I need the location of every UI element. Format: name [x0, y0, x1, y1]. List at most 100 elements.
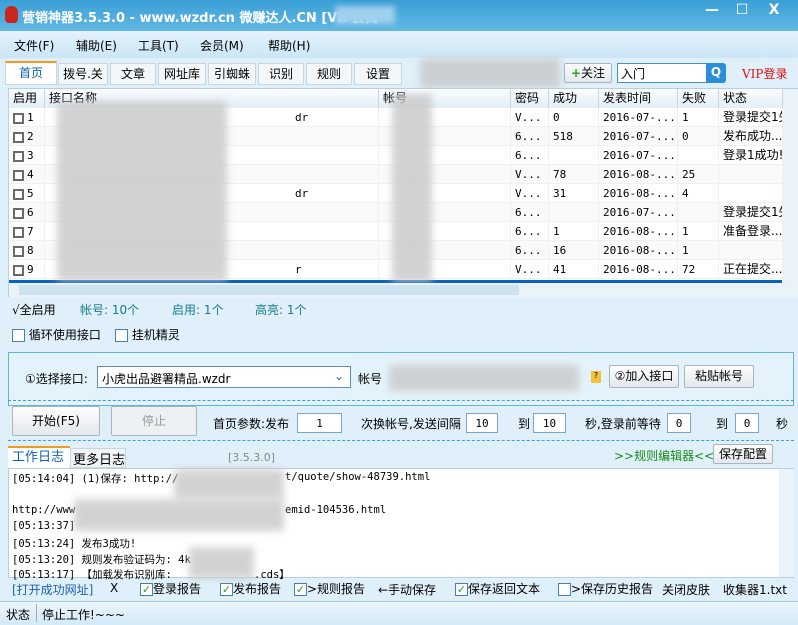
row-enable-checkbox[interactable]	[13, 226, 24, 238]
param-label-interval: 次换帐号,发送间隔	[361, 417, 461, 431]
cell-time: 2016-08-...	[599, 222, 678, 241]
row-enable-checkbox[interactable]	[13, 150, 24, 162]
tab-home[interactable]: 首页	[5, 61, 57, 85]
row-enable-checkbox[interactable]	[13, 112, 24, 124]
col-enable[interactable]: 启用	[9, 89, 45, 108]
login-report-checkbox[interactable]: ✓ 登录报告	[140, 580, 201, 597]
search-icon[interactable]: Q	[706, 63, 726, 83]
publish-report-checkbox[interactable]: ✓ 发布报告	[220, 580, 281, 597]
cell-pwd: V...	[511, 260, 549, 279]
cell-status: 正在提交...	[719, 260, 783, 279]
col-publish-time[interactable]: 发表时间	[599, 89, 678, 108]
enabled-count: 启用: 1个	[172, 303, 224, 317]
app-logo-icon	[5, 6, 18, 23]
cell-fail	[678, 203, 719, 222]
row-enable-checkbox[interactable]	[13, 207, 24, 219]
account-input[interactable]	[389, 365, 579, 391]
tab-article[interactable]: 文章	[110, 63, 156, 85]
vip-login-link[interactable]: VIP登录	[742, 65, 787, 82]
tab-dial[interactable]: 拨号.关	[58, 63, 108, 85]
rule-editor-link[interactable]: >>规则编辑器<<	[614, 447, 714, 464]
cell-status: 登录1成功!	[719, 146, 783, 165]
status-label: 状态	[6, 608, 31, 622]
col-status[interactable]: 状态	[719, 89, 783, 108]
row-enable-checkbox[interactable]	[13, 264, 24, 276]
collector-label[interactable]: 收集器1.txt	[723, 581, 787, 598]
clear-button[interactable]: X	[110, 581, 118, 595]
col-fail[interactable]: 失败	[678, 89, 719, 108]
menu-assist[interactable]: 辅助(E)	[76, 37, 117, 54]
param-label-publish: 首页参数:发布	[213, 417, 290, 431]
rule-report-checkbox[interactable]: ✓ >规则报告	[294, 580, 365, 597]
cell-pwd: V...	[511, 108, 549, 127]
menu-tools[interactable]: 工具(T)	[138, 37, 179, 54]
tab-more-log[interactable]: 更多日志	[70, 448, 126, 468]
search-input[interactable]	[617, 63, 707, 83]
interface-dropdown[interactable]: 小虎出品避署精品.wzdr ⌄	[97, 366, 351, 388]
horizontal-scrollbar[interactable]	[9, 283, 798, 297]
tab-rules[interactable]: 规则	[306, 63, 352, 85]
save-return-text-checkbox[interactable]: ✓ 保存返回文本	[455, 580, 540, 597]
log-area[interactable]: [05:14:04] (1)保存: http:// t/quote/show-4…	[8, 468, 794, 581]
cell-ok: 16	[549, 241, 599, 260]
version-label: [3.5.3.0]	[228, 451, 276, 464]
menu-member[interactable]: 会员(M)	[200, 37, 244, 54]
cell-time: 2016-07-...	[599, 146, 678, 165]
cell-fail: 1	[678, 222, 719, 241]
cell-fail: 1	[678, 241, 719, 260]
scroll-thumb[interactable]	[19, 285, 519, 295]
cell-pwd: 6...	[511, 222, 549, 241]
save-history-checkbox[interactable]: >保存历史报告	[558, 580, 653, 597]
log-toolbar: [打开成功网址] X ✓ 登录报告 ✓ 发布报告 ✓ >规则报告 ←手动保存 ✓ 保存返…	[8, 580, 798, 598]
cell-time: 2016-07-...	[599, 108, 678, 127]
tab-url-library[interactable]: 网址库	[158, 63, 206, 85]
cell-fail: 72	[678, 260, 719, 279]
status-bar: 状态 停止工作!~~~	[0, 601, 798, 625]
tab-spider[interactable]: 引蜘蛛	[208, 63, 256, 85]
blurred-log	[189, 547, 254, 579]
cell-pwd: 6...	[511, 203, 549, 222]
stop-button[interactable]: 停止	[111, 406, 197, 436]
col-password[interactable]: 密码	[511, 89, 549, 108]
tab-recognize[interactable]: 识别	[258, 63, 304, 85]
menu-help[interactable]: 帮助(H)	[268, 37, 310, 54]
follow-button[interactable]: +关注	[564, 63, 612, 83]
log-line: t/quote/show-48739.html	[285, 471, 431, 483]
cell-ok	[549, 146, 599, 165]
interval-from-input[interactable]	[466, 413, 498, 433]
tab-settings[interactable]: 设置	[354, 63, 402, 85]
hang-spirit-checkbox[interactable]: 挂机精灵	[115, 326, 180, 343]
help-icon[interactable]: ?	[591, 371, 601, 383]
row-enable-checkbox[interactable]	[13, 131, 24, 143]
seconds-label: 秒	[776, 417, 789, 431]
maximize-button[interactable]: ☐	[730, 2, 754, 22]
account-count: 帐号: 10个	[80, 303, 140, 317]
minimize-button[interactable]: —	[700, 2, 724, 22]
open-success-url-link[interactable]: [打开成功网址]	[12, 581, 93, 598]
loop-interface-checkbox[interactable]: 循环使用接口	[12, 326, 101, 343]
log-scrollbar[interactable]	[779, 469, 794, 577]
tab-work-log[interactable]: 工作日志	[8, 446, 70, 468]
wait-to-input[interactable]	[735, 413, 759, 433]
menu-file[interactable]: 文件(F)	[14, 37, 54, 54]
log-line: [05:13:37]	[12, 520, 76, 532]
start-button[interactable]: 开始(F5)	[12, 406, 100, 436]
paste-account-button[interactable]: 粘贴帐号	[684, 365, 754, 388]
col-success[interactable]: 成功	[549, 89, 599, 108]
vertical-scrollbar[interactable]	[783, 89, 798, 283]
close-button[interactable]: X	[762, 2, 786, 22]
log-line: [05:13:24] 发布3成功!	[12, 538, 137, 550]
save-config-button[interactable]: 保存配置	[713, 444, 773, 464]
close-skin-button[interactable]: 关闭皮肤	[662, 581, 710, 598]
row-enable-checkbox[interactable]	[13, 245, 24, 257]
row-enable-checkbox[interactable]	[13, 169, 24, 181]
manual-save-button[interactable]: ←手动保存	[378, 581, 436, 598]
param-label-wait: 秒,登录前等待	[585, 417, 661, 431]
enable-all-button[interactable]: √全启用	[12, 301, 56, 318]
row-enable-checkbox[interactable]	[13, 188, 24, 200]
add-interface-button[interactable]: ②加入接口	[609, 365, 679, 388]
interval-to-input[interactable]	[533, 413, 566, 433]
publish-count-input[interactable]	[297, 413, 342, 433]
wait-from-input[interactable]	[667, 413, 691, 433]
title-bar: 营销神器3.5.3.0 - www.wzdr.cn 微赚达人.CN [VIP会员…	[0, 0, 798, 31]
